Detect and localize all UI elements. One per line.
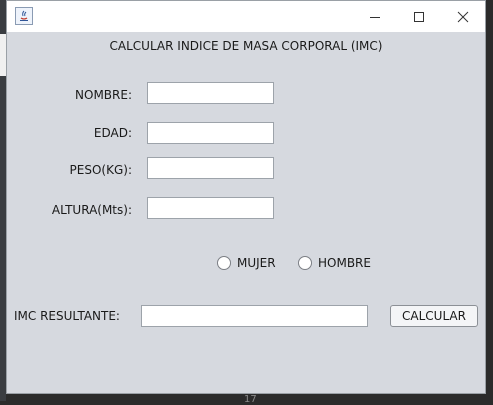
- imc-result-field[interactable]: [141, 305, 368, 327]
- form-heading: CALCULAR INDICE DE MASA CORPORAL (IMC): [109, 39, 383, 53]
- java-app-icon: [15, 7, 33, 25]
- close-button[interactable]: [440, 1, 486, 32]
- edad-label: EDAD:: [93, 126, 132, 140]
- nombre-field[interactable]: [147, 82, 274, 104]
- radio-mujer-label: MUJER: [237, 256, 276, 270]
- radio-hombre[interactable]: HOMBRE: [298, 256, 371, 270]
- radio-mujer[interactable]: MUJER: [217, 256, 276, 270]
- imc-window: CALCULAR INDICE DE MASA CORPORAL (IMC) N…: [6, 0, 486, 394]
- imc-label: IMC RESULTANTE:: [14, 309, 120, 323]
- peso-field[interactable]: [147, 157, 274, 179]
- radio-hombre-circle[interactable]: [298, 256, 312, 270]
- altura-label: ALTURA(Mts):: [51, 203, 132, 217]
- nombre-label: NOMBRE:: [75, 88, 132, 102]
- peso-label: PESO(KG):: [69, 163, 132, 177]
- background-editor-edge: [486, 0, 493, 401]
- calcular-button[interactable]: CALCULAR: [390, 305, 478, 327]
- radio-hombre-label: HOMBRE: [318, 256, 371, 270]
- title-bar: [7, 1, 485, 32]
- minimize-button[interactable]: [352, 1, 398, 32]
- maximize-button[interactable]: [396, 1, 442, 32]
- altura-field[interactable]: [147, 197, 274, 219]
- edad-field[interactable]: [147, 122, 274, 144]
- radio-mujer-circle[interactable]: [217, 256, 231, 270]
- background-line-number: 17: [244, 394, 257, 405]
